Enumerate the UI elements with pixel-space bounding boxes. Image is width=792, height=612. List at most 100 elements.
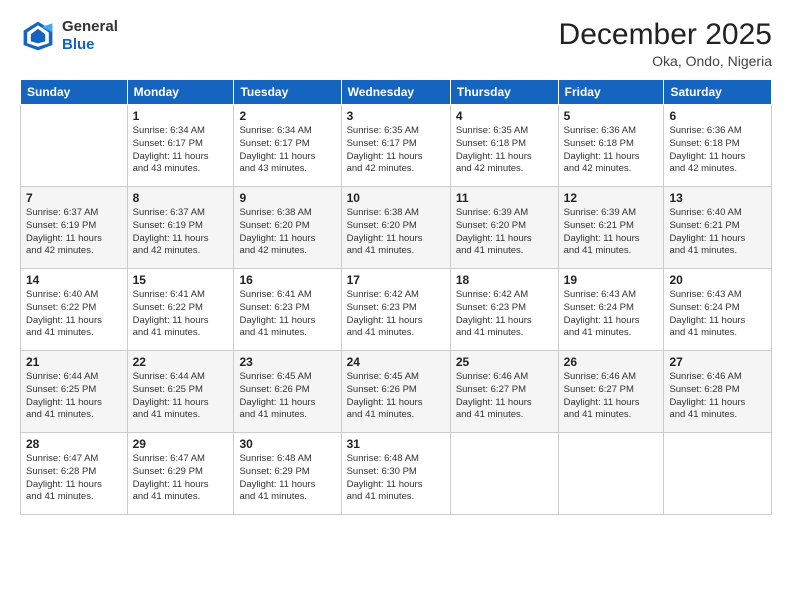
title-area: December 2025 Oka, Ondo, Nigeria bbox=[559, 18, 772, 69]
day-info: Sunrise: 6:45 AM Sunset: 6:26 PM Dayligh… bbox=[347, 371, 445, 422]
day-number: 26 bbox=[564, 355, 659, 369]
week-row-1: 1 Sunrise: 6:34 AM Sunset: 6:17 PM Daylig… bbox=[21, 105, 772, 187]
day-number: 23 bbox=[239, 355, 335, 369]
day-number: 25 bbox=[456, 355, 553, 369]
day-info: Sunrise: 6:37 AM Sunset: 6:19 PM Dayligh… bbox=[133, 207, 229, 258]
logo-blue: Blue bbox=[62, 36, 118, 54]
day-number: 19 bbox=[564, 273, 659, 287]
day-cell: 25 Sunrise: 6:46 AM Sunset: 6:27 PM Dayli… bbox=[450, 351, 558, 433]
day-cell: 8 Sunrise: 6:37 AM Sunset: 6:19 PM Daylig… bbox=[127, 187, 234, 269]
day-cell: 10Sunrise: 6:38 AM Sunset: 6:20 PM Dayli… bbox=[341, 187, 450, 269]
month-title: December 2025 bbox=[559, 18, 772, 51]
col-header-friday: Friday bbox=[558, 80, 664, 105]
logo-text: General Blue bbox=[62, 18, 118, 54]
day-info: Sunrise: 6:44 AM Sunset: 6:25 PM Dayligh… bbox=[26, 371, 122, 422]
col-header-wednesday: Wednesday bbox=[341, 80, 450, 105]
day-info: Sunrise: 6:45 AM Sunset: 6:26 PM Dayligh… bbox=[239, 371, 335, 422]
day-number: 28 bbox=[26, 437, 122, 451]
day-info: Sunrise: 6:35 AM Sunset: 6:17 PM Dayligh… bbox=[347, 125, 445, 176]
day-cell: 30Sunrise: 6:48 AM Sunset: 6:29 PM Dayli… bbox=[234, 433, 341, 515]
day-number: 31 bbox=[347, 437, 445, 451]
day-info: Sunrise: 6:43 AM Sunset: 6:24 PM Dayligh… bbox=[669, 289, 766, 340]
day-info: Sunrise: 6:40 AM Sunset: 6:21 PM Dayligh… bbox=[669, 207, 766, 258]
day-info: Sunrise: 6:43 AM Sunset: 6:24 PM Dayligh… bbox=[564, 289, 659, 340]
day-info: Sunrise: 6:39 AM Sunset: 6:21 PM Dayligh… bbox=[564, 207, 659, 258]
logo-general: General bbox=[62, 18, 118, 36]
day-info: Sunrise: 6:38 AM Sunset: 6:20 PM Dayligh… bbox=[347, 207, 445, 258]
day-info: Sunrise: 6:36 AM Sunset: 6:18 PM Dayligh… bbox=[564, 125, 659, 176]
day-info: Sunrise: 6:48 AM Sunset: 6:29 PM Dayligh… bbox=[239, 453, 335, 504]
calendar-header-row: SundayMondayTuesdayWednesdayThursdayFrid… bbox=[21, 80, 772, 105]
header: General Blue December 2025 Oka, Ondo, Ni… bbox=[20, 18, 772, 69]
day-cell: 9Sunrise: 6:38 AM Sunset: 6:20 PM Daylig… bbox=[234, 187, 341, 269]
day-cell: 19 Sunrise: 6:43 AM Sunset: 6:24 PM Dayli… bbox=[558, 269, 664, 351]
day-number: 4 bbox=[456, 109, 553, 123]
day-cell: 13Sunrise: 6:40 AM Sunset: 6:21 PM Dayli… bbox=[664, 187, 772, 269]
col-header-thursday: Thursday bbox=[450, 80, 558, 105]
day-cell: 16Sunrise: 6:41 AM Sunset: 6:23 PM Dayli… bbox=[234, 269, 341, 351]
day-info: Sunrise: 6:48 AM Sunset: 6:30 PM Dayligh… bbox=[347, 453, 445, 504]
day-number: 3 bbox=[347, 109, 445, 123]
logo: General Blue bbox=[20, 18, 118, 54]
location: Oka, Ondo, Nigeria bbox=[559, 53, 772, 69]
day-cell: 4 Sunrise: 6:35 AM Sunset: 6:18 PM Daylig… bbox=[450, 105, 558, 187]
day-cell: 18 Sunrise: 6:42 AM Sunset: 6:23 PM Dayli… bbox=[450, 269, 558, 351]
day-number: 18 bbox=[456, 273, 553, 287]
day-number: 17 bbox=[347, 273, 445, 287]
col-header-tuesday: Tuesday bbox=[234, 80, 341, 105]
day-cell: 2Sunrise: 6:34 AM Sunset: 6:17 PM Daylig… bbox=[234, 105, 341, 187]
day-number: 14 bbox=[26, 273, 122, 287]
day-cell: 20 Sunrise: 6:43 AM Sunset: 6:24 PM Dayli… bbox=[664, 269, 772, 351]
day-cell bbox=[558, 433, 664, 515]
day-cell: 23 Sunrise: 6:45 AM Sunset: 6:26 PM Dayli… bbox=[234, 351, 341, 433]
day-cell: 28Sunrise: 6:47 AM Sunset: 6:28 PM Dayli… bbox=[21, 433, 128, 515]
day-cell: 12Sunrise: 6:39 AM Sunset: 6:21 PM Dayli… bbox=[558, 187, 664, 269]
day-number: 1 bbox=[133, 109, 229, 123]
day-cell: 3 Sunrise: 6:35 AM Sunset: 6:17 PM Daylig… bbox=[341, 105, 450, 187]
day-info: Sunrise: 6:46 AM Sunset: 6:27 PM Dayligh… bbox=[456, 371, 553, 422]
day-number: 24 bbox=[347, 355, 445, 369]
day-cell bbox=[21, 105, 128, 187]
day-info: Sunrise: 6:40 AM Sunset: 6:22 PM Dayligh… bbox=[26, 289, 122, 340]
day-cell: 15Sunrise: 6:41 AM Sunset: 6:22 PM Dayli… bbox=[127, 269, 234, 351]
day-number: 15 bbox=[133, 273, 229, 287]
day-info: Sunrise: 6:41 AM Sunset: 6:23 PM Dayligh… bbox=[239, 289, 335, 340]
day-number: 8 bbox=[133, 191, 229, 205]
day-cell: 1 Sunrise: 6:34 AM Sunset: 6:17 PM Daylig… bbox=[127, 105, 234, 187]
day-cell: 22Sunrise: 6:44 AM Sunset: 6:25 PM Dayli… bbox=[127, 351, 234, 433]
day-number: 20 bbox=[669, 273, 766, 287]
day-cell: 11 Sunrise: 6:39 AM Sunset: 6:20 PM Dayli… bbox=[450, 187, 558, 269]
day-cell: 26Sunrise: 6:46 AM Sunset: 6:27 PM Dayli… bbox=[558, 351, 664, 433]
day-number: 22 bbox=[133, 355, 229, 369]
day-number: 6 bbox=[669, 109, 766, 123]
day-cell: 31 Sunrise: 6:48 AM Sunset: 6:30 PM Dayli… bbox=[341, 433, 450, 515]
day-number: 27 bbox=[669, 355, 766, 369]
day-info: Sunrise: 6:39 AM Sunset: 6:20 PM Dayligh… bbox=[456, 207, 553, 258]
day-cell bbox=[664, 433, 772, 515]
day-number: 7 bbox=[26, 191, 122, 205]
day-number: 9 bbox=[239, 191, 335, 205]
day-cell: 14 Sunrise: 6:40 AM Sunset: 6:22 PM Dayli… bbox=[21, 269, 128, 351]
day-info: Sunrise: 6:36 AM Sunset: 6:18 PM Dayligh… bbox=[669, 125, 766, 176]
day-number: 29 bbox=[133, 437, 229, 451]
day-number: 5 bbox=[564, 109, 659, 123]
calendar: SundayMondayTuesdayWednesdayThursdayFrid… bbox=[20, 79, 772, 515]
day-info: Sunrise: 6:42 AM Sunset: 6:23 PM Dayligh… bbox=[456, 289, 553, 340]
day-number: 2 bbox=[239, 109, 335, 123]
day-cell: 7 Sunrise: 6:37 AM Sunset: 6:19 PM Daylig… bbox=[21, 187, 128, 269]
day-cell bbox=[450, 433, 558, 515]
day-info: Sunrise: 6:35 AM Sunset: 6:18 PM Dayligh… bbox=[456, 125, 553, 176]
day-info: Sunrise: 6:34 AM Sunset: 6:17 PM Dayligh… bbox=[133, 125, 229, 176]
col-header-saturday: Saturday bbox=[664, 80, 772, 105]
col-header-sunday: Sunday bbox=[21, 80, 128, 105]
day-number: 11 bbox=[456, 191, 553, 205]
day-info: Sunrise: 6:42 AM Sunset: 6:23 PM Dayligh… bbox=[347, 289, 445, 340]
day-cell: 6 Sunrise: 6:36 AM Sunset: 6:18 PM Daylig… bbox=[664, 105, 772, 187]
day-info: Sunrise: 6:46 AM Sunset: 6:28 PM Dayligh… bbox=[669, 371, 766, 422]
day-info: Sunrise: 6:37 AM Sunset: 6:19 PM Dayligh… bbox=[26, 207, 122, 258]
day-cell: 5 Sunrise: 6:36 AM Sunset: 6:18 PM Daylig… bbox=[558, 105, 664, 187]
day-cell: 24 Sunrise: 6:45 AM Sunset: 6:26 PM Dayli… bbox=[341, 351, 450, 433]
day-cell: 27 Sunrise: 6:46 AM Sunset: 6:28 PM Dayli… bbox=[664, 351, 772, 433]
week-row-4: 21Sunrise: 6:44 AM Sunset: 6:25 PM Dayli… bbox=[21, 351, 772, 433]
logo-icon bbox=[20, 18, 56, 54]
